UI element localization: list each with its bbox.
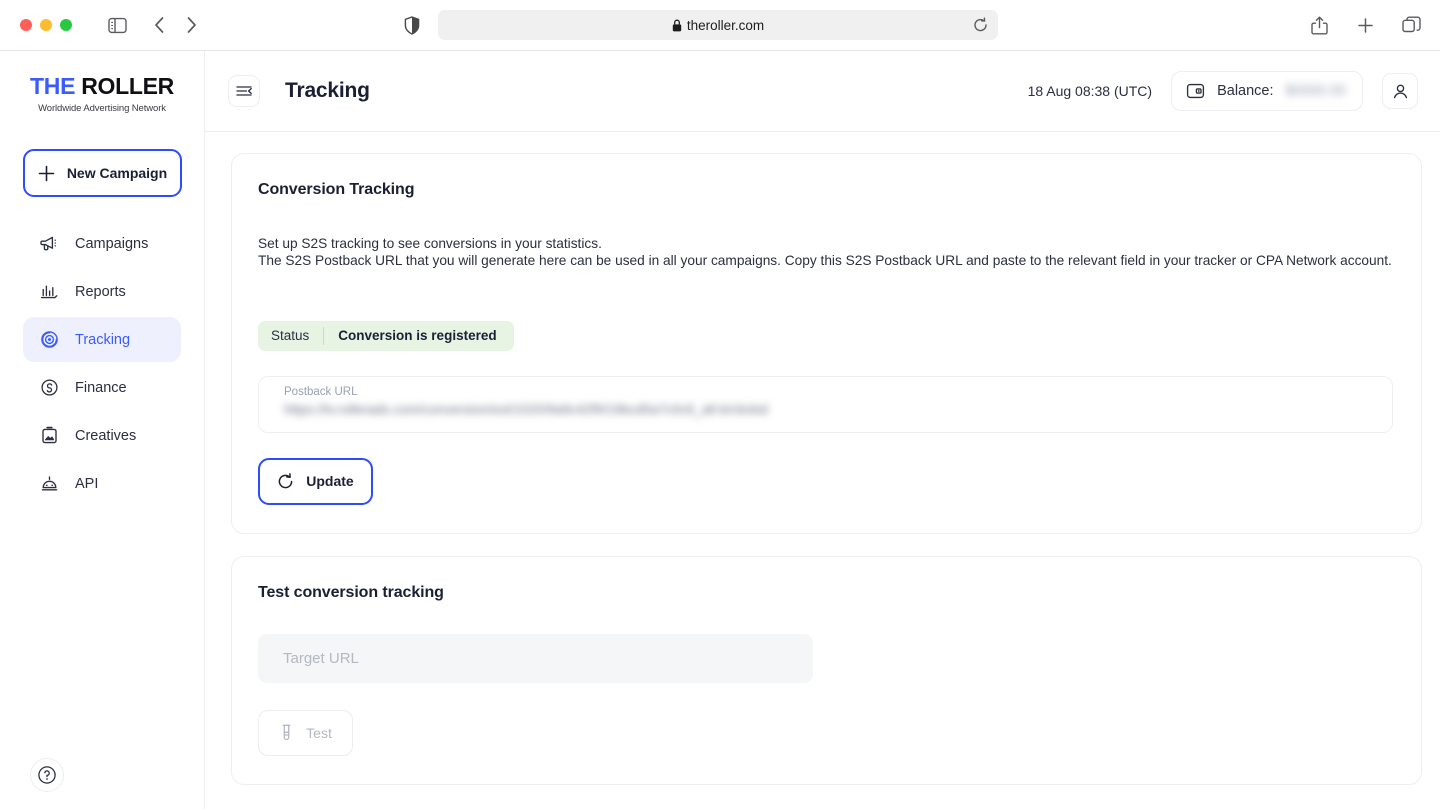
- balance-value: $0000.00: [1286, 83, 1346, 99]
- sidebar-item-reports[interactable]: Reports: [23, 269, 181, 314]
- sidebar-item-label: Finance: [75, 380, 127, 396]
- postback-url-input[interactable]: Postback URL https://tv.rollerads.com/co…: [258, 376, 1393, 433]
- address-bar[interactable]: theroller.com: [438, 10, 998, 40]
- test-button[interactable]: Test: [258, 710, 353, 756]
- target-url-placeholder: Target URL: [283, 650, 359, 667]
- lock-icon: [672, 19, 682, 32]
- window-traffic-lights: [20, 19, 72, 31]
- sidebar-item-label: Tracking: [75, 332, 130, 348]
- balance-label: Balance:: [1217, 83, 1273, 99]
- utc-datetime: 18 Aug 08:38 (UTC): [1028, 83, 1153, 99]
- reload-icon[interactable]: [973, 18, 988, 33]
- sidebar-nav: Campaigns Reports: [0, 221, 204, 506]
- status-badge: Status Conversion is registered: [258, 321, 514, 351]
- sidebar-item-api[interactable]: API: [23, 461, 181, 506]
- tabs-overview-icon[interactable]: [1396, 10, 1426, 40]
- robot-icon: [40, 474, 59, 493]
- page-title: Tracking: [285, 79, 370, 103]
- sidebar-item-tracking[interactable]: Tracking: [23, 317, 181, 362]
- sidebar-toggle-icon[interactable]: [102, 10, 132, 40]
- new-campaign-label: New Campaign: [67, 165, 167, 181]
- conversion-tracking-card: Conversion Tracking Set up S2S tracking …: [231, 153, 1422, 534]
- logo-the: THE: [30, 73, 75, 99]
- postback-url-value: https://tv.rollerads.com/conversion/ext/…: [284, 402, 1374, 417]
- target-icon: [40, 330, 59, 349]
- logo-wordmark: THE ROLLER: [0, 75, 204, 98]
- sidebar-item-label: API: [75, 476, 98, 492]
- plus-icon[interactable]: [1350, 10, 1380, 40]
- help-circle-icon[interactable]: [30, 758, 64, 792]
- share-icon[interactable]: [1304, 10, 1334, 40]
- card-title: Test conversion tracking: [258, 584, 1393, 602]
- description-line-2: The S2S Postback URL that you will gener…: [258, 252, 1393, 269]
- update-button[interactable]: Update: [258, 458, 373, 505]
- page-content: Conversion Tracking Set up S2S tracking …: [205, 132, 1440, 809]
- test-label: Test: [306, 725, 332, 741]
- plus-icon: [38, 165, 55, 182]
- url-hostname: theroller.com: [687, 18, 764, 33]
- dollar-circle-icon: [40, 378, 59, 397]
- new-campaign-button[interactable]: New Campaign: [23, 149, 182, 197]
- balance-chip[interactable]: Balance: $0000.00: [1171, 71, 1363, 111]
- sidebar-item-campaigns[interactable]: Campaigns: [23, 221, 181, 266]
- bar-chart-icon: [40, 282, 59, 301]
- close-window-button[interactable]: [20, 19, 32, 31]
- brand-logo[interactable]: THE ROLLER Worldwide Advertising Network: [0, 51, 204, 114]
- sidebar-item-creatives[interactable]: Creatives: [23, 413, 181, 458]
- postback-url-label: Postback URL: [284, 386, 1374, 398]
- collapse-menu-icon[interactable]: [228, 75, 260, 107]
- refresh-icon: [277, 473, 294, 490]
- test-tube-icon: [279, 724, 294, 741]
- chevron-right-icon[interactable]: [176, 10, 206, 40]
- sidebar: THE ROLLER Worldwide Advertising Network…: [0, 51, 205, 809]
- logo-roller: ROLLER: [75, 73, 174, 99]
- sidebar-item-label: Creatives: [75, 428, 136, 444]
- description-line-1: Set up S2S tracking to see conversions i…: [258, 235, 1393, 252]
- megaphone-icon: [40, 234, 59, 253]
- logo-tagline: Worldwide Advertising Network: [0, 103, 204, 114]
- status-badge-label: Status: [258, 328, 323, 343]
- sidebar-item-label: Reports: [75, 284, 126, 300]
- app-root: THE ROLLER Worldwide Advertising Network…: [0, 51, 1440, 809]
- chevron-left-icon[interactable]: [144, 10, 174, 40]
- minimize-window-button[interactable]: [40, 19, 52, 31]
- status-badge-value: Conversion is registered: [324, 328, 513, 343]
- header-actions: 18 Aug 08:38 (UTC) Balance: $0000.00: [1028, 71, 1418, 111]
- maximize-window-button[interactable]: [60, 19, 72, 31]
- update-label: Update: [306, 473, 353, 489]
- browser-actions: [1304, 10, 1426, 40]
- page-header: Tracking 18 Aug 08:38 (UTC) Balance: $00…: [205, 51, 1440, 132]
- main-area: Tracking 18 Aug 08:38 (UTC) Balance: $00…: [205, 51, 1440, 809]
- test-conversion-card: Test conversion tracking Target URL Test: [231, 556, 1422, 785]
- sidebar-item-finance[interactable]: Finance: [23, 365, 181, 410]
- browser-chrome: theroller.com: [0, 0, 1440, 51]
- user-icon[interactable]: [1382, 73, 1418, 109]
- url-text-group: theroller.com: [672, 18, 764, 33]
- image-board-icon: [40, 426, 59, 445]
- shield-icon[interactable]: [404, 16, 420, 35]
- card-title: Conversion Tracking: [258, 181, 1393, 199]
- card-description: Set up S2S tracking to see conversions i…: [258, 235, 1393, 270]
- wallet-icon: [1186, 82, 1205, 100]
- sidebar-item-label: Campaigns: [75, 236, 148, 252]
- target-url-input[interactable]: Target URL: [258, 634, 813, 683]
